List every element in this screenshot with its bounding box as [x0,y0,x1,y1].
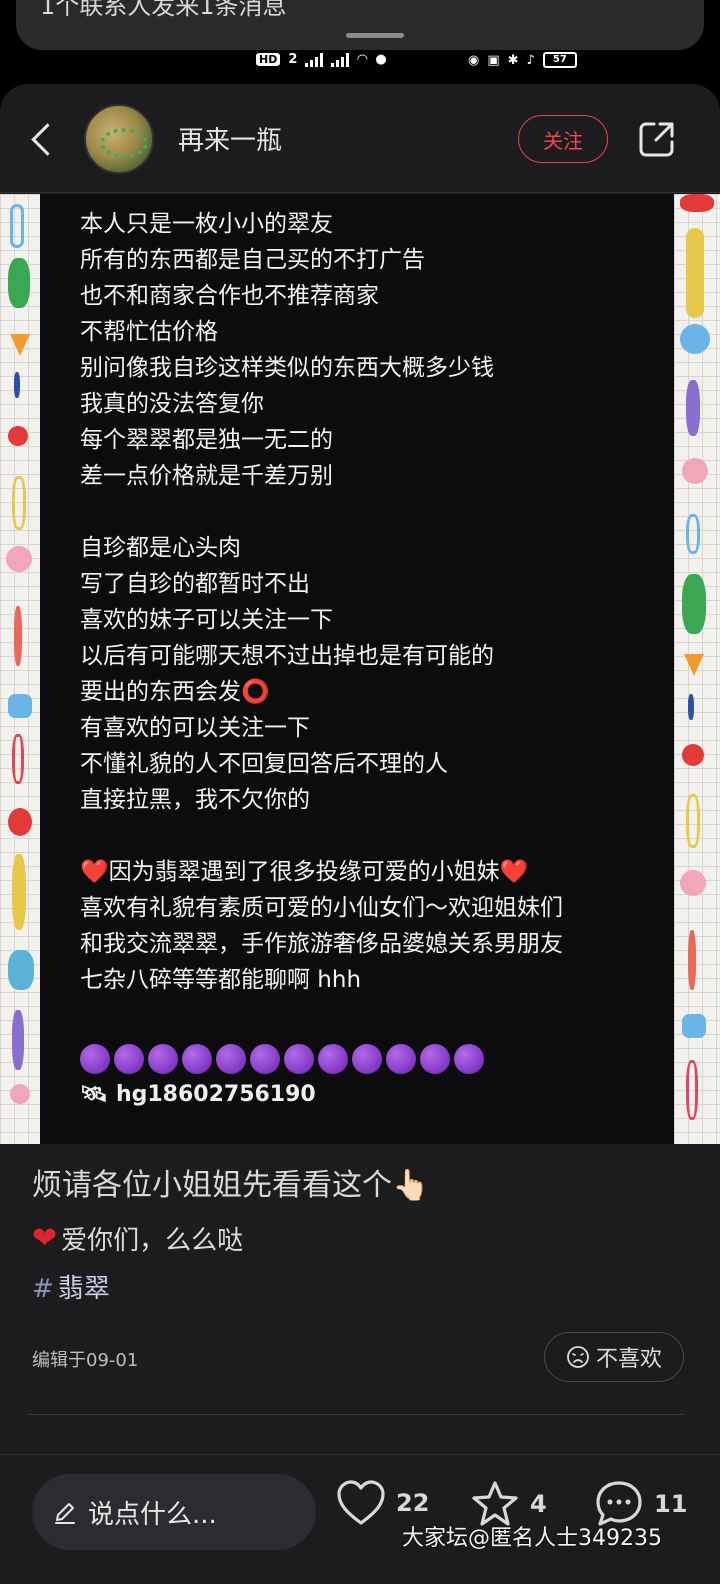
text-note-image: 本人只是一枚小小的翠友 所有的东西都是自己买的不打广告 也不和商家合作也不推荐商… [40,194,674,1144]
bottom-bar-divider [0,1454,720,1455]
post-detail-page: 再来一瓶 关注 本人只是一枚小小的翠友 所有的东西都是自己买的不打广告 也不和商… [0,84,720,1584]
purple-dot [352,1044,382,1074]
purple-dot [386,1044,416,1074]
note-blank-line [80,494,674,530]
purple-dot [216,1044,246,1074]
back-button[interactable] [26,114,66,164]
post-text-body: 爱你们，么么哒 [61,1226,244,1256]
watermark: 大家坛@匿名人士349235 [402,1526,662,1551]
nfc-icon: ▣ [487,52,500,68]
note-line: 直接拉黑，我不欠你的 [80,787,310,813]
dislike-label: 不喜欢 [595,1347,662,1372]
purple-dot [114,1044,144,1074]
heart-outline-icon [337,1480,385,1525]
content-divider [28,1414,684,1415]
post-image[interactable]: 本人只是一枚小小的翠友 所有的东西都是自己买的不打广告 也不和商家合作也不推荐商… [0,194,720,1144]
dislike-button[interactable]: 不喜欢 [544,1332,684,1382]
note-line: 本人只是一枚小小的翠友 [80,211,333,237]
note-line: 喜欢有礼貌有素质可爱的小仙女们～欢迎姐妹们 [80,895,563,921]
doodle-border-left [0,194,40,1144]
satellite-icon: 🛰 [80,1082,108,1107]
sad-face-icon [567,1346,589,1368]
signal-icon [305,52,324,67]
post-title: 烦请各位小姐姐先看看这个👆🏻 [32,1168,430,1203]
purple-dot [80,1044,110,1074]
purple-dot [318,1044,348,1074]
note-line: 七杂八碎等等都能聊啊 hhh [80,967,362,993]
follow-button[interactable]: 关注 [518,115,608,163]
header-divider [0,192,720,193]
note-line: 也不和商家合作也不推荐商家 [80,283,379,309]
note-line: 以后有可能哪天想不过出掉也是有可能的 [80,643,494,669]
post-text: ❤ 爱你们，么么哒 [32,1220,243,1257]
battery-icon: 57 [542,52,577,68]
pen-icon [55,1503,75,1524]
note-line: 差一点价格就是千差万别 [80,463,333,489]
purple-dot [250,1044,280,1074]
purple-dot [420,1044,450,1074]
purple-dot [454,1044,484,1074]
heart-icon: ❤ [32,1221,58,1256]
note-line: 和我交流翠翠，手作旅游奢侈品婆媳关系男朋友 [80,931,563,957]
note-line: ❤️因为翡翠遇到了很多投缘可爱的小姐妹❤️ [80,859,529,885]
favorite-count: 4 [530,1490,547,1518]
note-line: 我真的没法答复你 [80,391,264,417]
chat-status-icon: ● [375,52,387,67]
purple-dot [182,1044,212,1074]
bluetooth-icon: ✱ [507,52,519,68]
wifi-icon: ◠ [357,52,368,67]
comment-count: 11 [654,1490,688,1518]
status-bar: HD 2 ◠ ● ◉ ▣ ✱ ♪ 57 [0,50,720,80]
share-icon[interactable] [638,120,676,158]
note-line: 不懂礼貌的人不回复回答后不理的人 [80,751,448,777]
note-line: 不帮忙估价格 [80,319,218,345]
note-line: 写了自珍的都暂时不出 [80,571,310,597]
topic-tag-label: 翡翠 [57,1274,110,1304]
note-line: 要出的东西会发⭕ [80,679,270,705]
post-header: 再来一瓶 关注 [0,84,720,194]
avatar[interactable] [84,104,154,174]
note-line: 喜欢的妹子可以关注一下 [80,607,333,633]
note-line: 别问像我自珍这样类似的东西大概多少钱 [80,355,494,381]
contact-line: 🛰 hg18602756190 [80,1082,674,1107]
signal-icon-2 [331,52,350,67]
note-blank-line [80,818,674,854]
edited-time: 编辑于09-01 [32,1350,139,1371]
topic-tag[interactable]: # 翡翠 [32,1268,110,1305]
purple-dots-row [80,1044,674,1078]
notification-text: 1个联系人发来1条消息 [40,0,287,20]
notification-handle[interactable] [346,33,404,38]
note-line: 所有的东西都是自己买的不打广告 [80,247,425,273]
purple-dot [148,1044,178,1074]
purple-dot [284,1044,314,1074]
note-line: 有喜欢的可以关注一下 [80,715,310,741]
contact-id: hg18602756190 [115,1082,316,1107]
hd-badge: HD [256,53,281,66]
comment-placeholder: 说点什么... [88,1499,217,1530]
like-count: 22 [396,1489,430,1517]
comment-input[interactable]: 说点什么... [32,1474,316,1550]
username[interactable]: 再来一瓶 [178,120,282,157]
doodle-border-right [674,194,720,1144]
hash-icon: # [32,1274,54,1304]
note-blank-line [80,998,674,1034]
note-line: 自珍都是心头肉 [80,535,241,561]
note-line: 每个翠翠都是独一无二的 [80,427,333,453]
eye-icon: ◉ [468,52,480,68]
bell-icon: ♪ [526,52,535,68]
hd-sub: 2 [288,52,298,67]
notification-banner[interactable]: 1个联系人发来1条消息 [16,0,704,50]
